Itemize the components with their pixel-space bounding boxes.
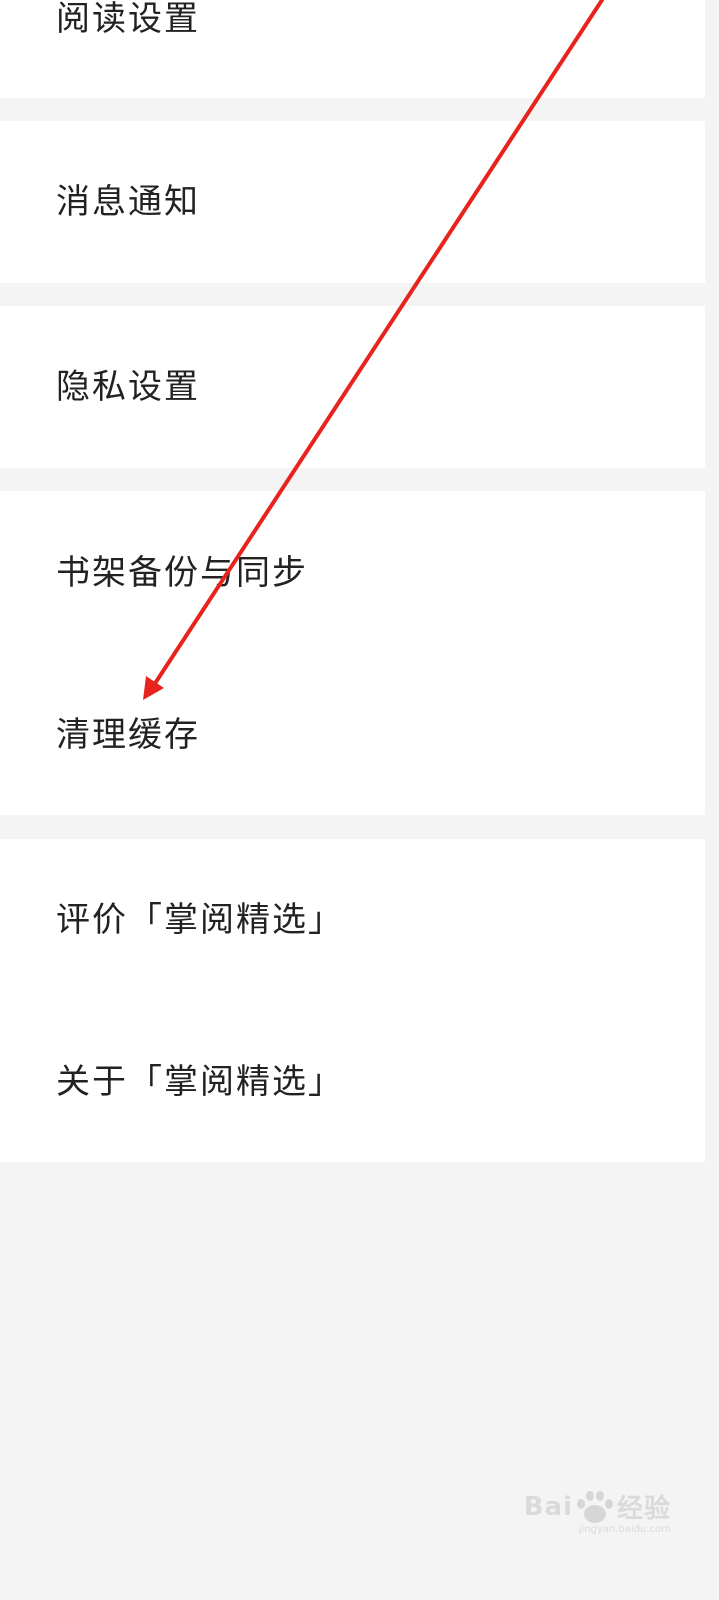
settings-item-rate-app[interactable]: 评价「掌阅精选」 bbox=[0, 839, 705, 1001]
settings-item-bookshelf-backup[interactable]: 书架备份与同步 bbox=[0, 491, 705, 655]
settings-item-label: 阅读设置 bbox=[56, 0, 200, 39]
settings-item-about-app[interactable]: 关于「掌阅精选」 bbox=[0, 1001, 705, 1162]
settings-item-notifications[interactable]: 消息通知 bbox=[0, 121, 705, 283]
watermark-text-left: Bai bbox=[523, 1491, 573, 1522]
paw-logo-icon bbox=[575, 1489, 615, 1525]
settings-item-reading[interactable]: 阅读设置 bbox=[0, 0, 705, 98]
baidu-jingyan-watermark: Bai 经验 jingyan.baidu.com bbox=[523, 1488, 671, 1535]
settings-item-label: 评价「掌阅精选」 bbox=[56, 900, 344, 940]
watermark-text-right: 经验 bbox=[616, 1494, 671, 1524]
settings-item-label: 隐私设置 bbox=[56, 367, 200, 407]
settings-item-label: 清理缓存 bbox=[56, 715, 200, 755]
settings-item-label: 消息通知 bbox=[56, 182, 200, 222]
settings-item-clear-cache[interactable]: 清理缓存 bbox=[0, 655, 705, 815]
watermark-subtext: jingyan.baidu.com bbox=[578, 1524, 671, 1535]
settings-item-label: 书架备份与同步 bbox=[56, 553, 308, 593]
settings-item-privacy[interactable]: 隐私设置 bbox=[0, 306, 705, 468]
settings-item-label: 关于「掌阅精选」 bbox=[56, 1061, 344, 1102]
